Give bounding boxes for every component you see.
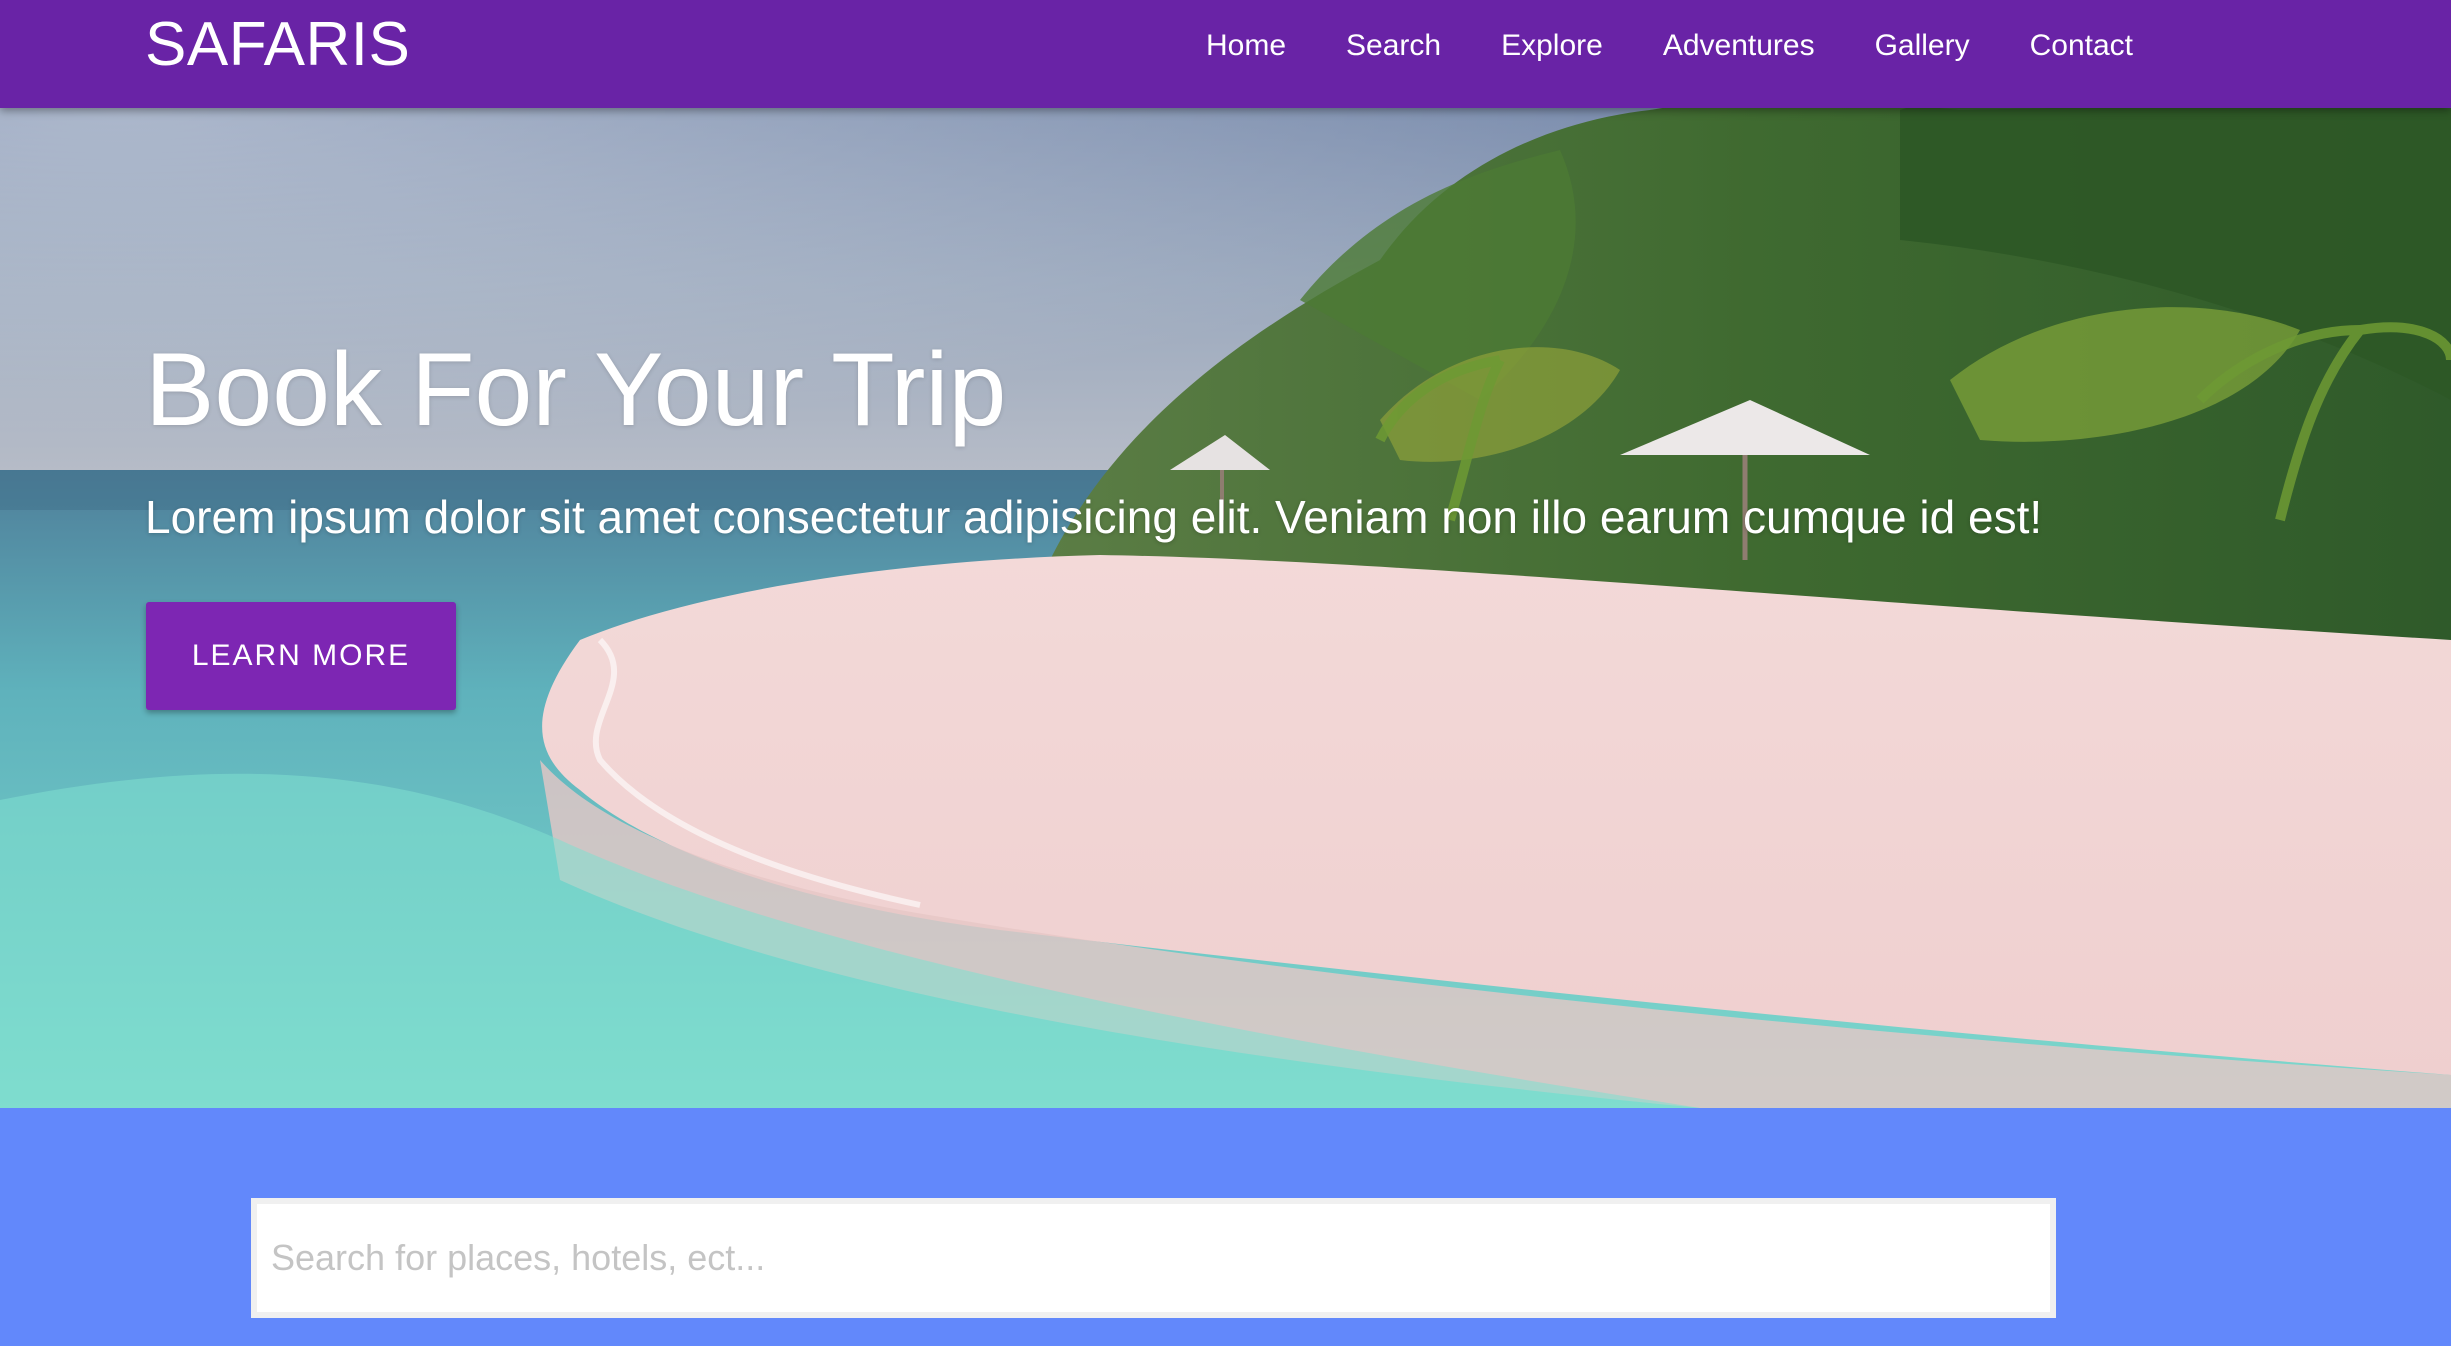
hero-subtitle: Lorem ipsum dolor sit amet consectetur a…: [145, 491, 2043, 543]
nav-link-gallery[interactable]: Gallery: [1875, 29, 1970, 63]
nav-link-explore[interactable]: Explore: [1501, 29, 1603, 63]
navbar: SAFARIS Home Search Explore Adventures G…: [0, 0, 2451, 108]
nav-links: Home Search Explore Adventures Gallery C…: [1146, 0, 2133, 92]
brand-logo[interactable]: SAFARIS: [145, 8, 410, 82]
nav-link-search[interactable]: Search: [1346, 29, 1441, 63]
search-input[interactable]: [251, 1198, 2056, 1318]
nav-link-home[interactable]: Home: [1206, 29, 1286, 63]
hero-background-image: [0, 0, 2451, 1108]
nav-link-contact[interactable]: Contact: [2030, 29, 2133, 63]
search-section: [0, 1108, 2451, 1346]
hero-title: Book For Your Trip: [145, 332, 1007, 448]
nav-link-adventures[interactable]: Adventures: [1663, 29, 1815, 63]
hero-section: Book For Your Trip Lorem ipsum dolor sit…: [0, 0, 2451, 1108]
learn-more-button[interactable]: LEARN MORE: [146, 602, 456, 710]
